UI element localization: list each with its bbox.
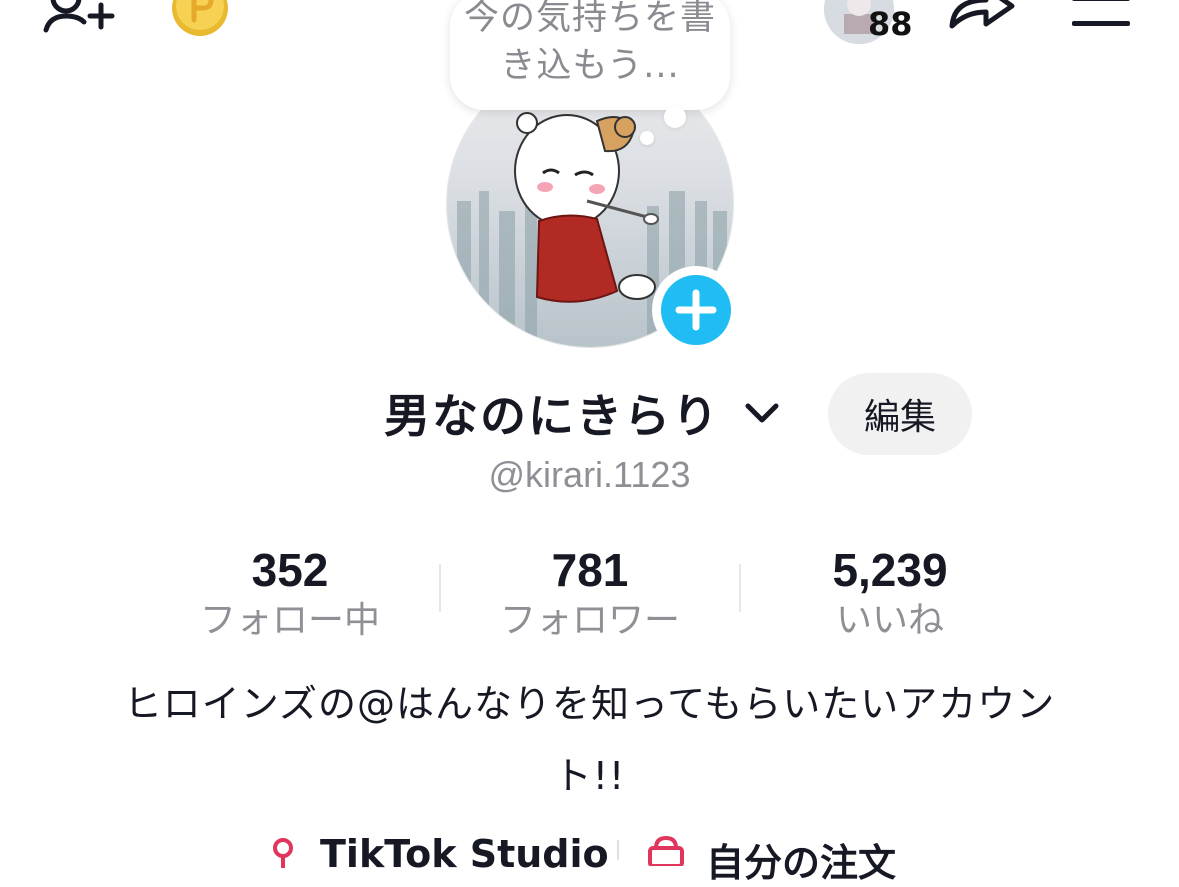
status-bubble[interactable]: 今の気持ちを書き込もう... (450, 0, 730, 110)
shopping-bag-icon (648, 836, 684, 866)
edit-profile-button[interactable]: 編集 (828, 373, 972, 455)
stat-likes[interactable]: 5,239 いいね (740, 540, 1040, 642)
stat-followers[interactable]: 781 フォロワー (440, 540, 740, 642)
bubble-tail (664, 106, 686, 128)
username: @kirari.1123 (488, 454, 691, 495)
chevron-down-icon[interactable] (742, 398, 782, 430)
likes-label: いいね (835, 600, 944, 641)
bubble-dot (640, 131, 654, 145)
coin-icon[interactable] (170, 0, 230, 42)
menu-icon[interactable] (1070, 0, 1132, 34)
following-label: フォロー中 (199, 600, 380, 641)
add-user-icon[interactable] (40, 0, 120, 42)
link-divider (617, 840, 619, 860)
notification-count: 88 (868, 5, 913, 43)
following-count: 352 (251, 544, 329, 596)
bio: ヒロインズの@はんなりを知ってもらいたいアカウント!! (123, 682, 1056, 798)
display-name[interactable]: 男なのにきらり (384, 380, 720, 446)
share-icon[interactable] (944, 0, 1018, 42)
add-photo-button[interactable] (652, 266, 740, 354)
studio-icon (273, 838, 293, 868)
likes-count: 5,239 (832, 544, 948, 596)
followers-label: フォロワー (499, 600, 680, 641)
followers-count: 781 (551, 544, 629, 596)
tiktok-studio-link[interactable]: TikTok Studio (320, 832, 609, 876)
status-placeholder: 今の気持ちを書き込もう... (463, 0, 716, 86)
plus-icon (675, 289, 717, 331)
my-orders-link[interactable]: 自分の注文 (706, 832, 896, 887)
stat-following[interactable]: 352 フォロー中 (140, 540, 440, 642)
